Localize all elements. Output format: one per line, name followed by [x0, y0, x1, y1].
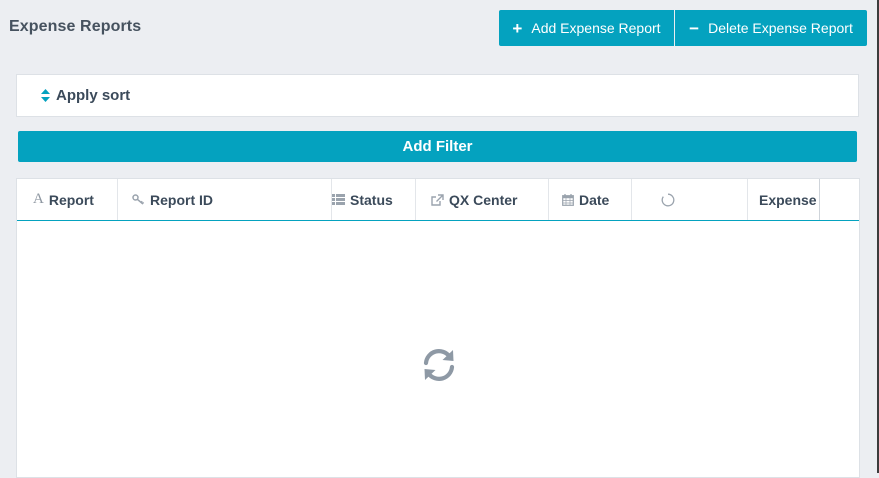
minus-icon: −: [689, 18, 700, 38]
delete-expense-report-label: Delete Expense Report: [708, 20, 853, 36]
column-divider: [747, 179, 748, 220]
table-header: A Report Report ID Status QX Center Date…: [17, 179, 859, 221]
page-title: Expense Reports: [9, 18, 142, 35]
column-header-date[interactable]: Date: [562, 179, 652, 220]
column-label: Report: [48, 191, 94, 208]
sort-panel[interactable]: Apply sort: [16, 74, 859, 117]
key-icon: [132, 194, 145, 205]
text-icon: A: [33, 191, 44, 207]
refresh-icon: [420, 346, 458, 384]
add-filter-button[interactable]: Add Filter: [18, 131, 857, 162]
column-header-status[interactable]: Status: [332, 179, 432, 220]
apply-sort-label: Apply sort: [56, 87, 131, 104]
plus-icon: +: [512, 18, 523, 38]
column-label: QX Center: [449, 191, 518, 208]
column-header-expense[interactable]: Expense: [759, 179, 819, 220]
sort-icon: [41, 89, 50, 102]
column-divider: [117, 179, 118, 220]
column-label: Status: [350, 191, 393, 208]
column-divider: [548, 179, 549, 220]
column-header-report-id[interactable]: Report ID: [132, 179, 332, 220]
calendar-icon: [562, 193, 574, 206]
toolbar: + Add Expense Report − Delete Expense Re…: [499, 10, 867, 46]
column-divider: [631, 179, 632, 220]
list-icon: [332, 194, 345, 205]
expense-reports-table: A Report Report ID Status QX Center Date…: [16, 178, 860, 478]
external-link-icon: [431, 193, 444, 206]
column-label: Report ID: [150, 191, 213, 208]
delete-expense-report-button[interactable]: − Delete Expense Report: [675, 10, 867, 46]
add-expense-report-button[interactable]: + Add Expense Report: [499, 10, 674, 46]
column-header-qx-center[interactable]: QX Center: [431, 179, 561, 220]
column-header-progress[interactable]: [661, 179, 731, 220]
column-label: Expense: [759, 191, 817, 208]
column-divider: [415, 179, 416, 220]
column-divider: [819, 179, 820, 220]
column-header-report[interactable]: A Report: [33, 179, 133, 220]
circle-notch-icon: [661, 193, 675, 207]
column-label: Date: [579, 191, 610, 208]
add-expense-report-label: Add Expense Report: [531, 20, 661, 36]
